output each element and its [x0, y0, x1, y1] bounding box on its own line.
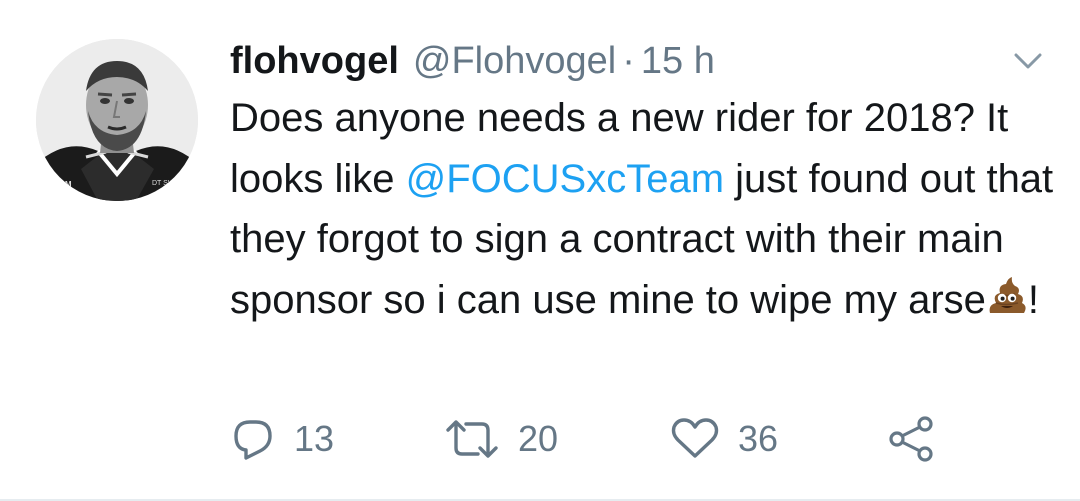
reply-icon: [234, 420, 272, 460]
avatar-sponsor-left: SRAM: [48, 180, 72, 189]
user-handle[interactable]: @Flohvogel: [413, 36, 616, 86]
avatar-sponsor-right: DT SWISS: [152, 180, 186, 187]
retweet-button[interactable]: 20: [444, 414, 558, 464]
retweet-count: 20: [518, 418, 559, 459]
heart-icon: [671, 418, 719, 458]
pile-of-poo-emoji-icon: [986, 274, 1028, 316]
chevron-down-icon[interactable]: [1010, 46, 1046, 76]
retweet-icon: [446, 420, 498, 458]
reply-button[interactable]: 13: [230, 414, 334, 464]
display-name[interactable]: flohvogel: [230, 36, 399, 86]
timestamp[interactable]: 15 h: [641, 36, 715, 86]
tweet-header: flohvogel @Flohvogel · 15 h: [230, 36, 715, 86]
share-icon: [889, 416, 933, 462]
tweet: SRAM DT SWISS flohvogel @Flohvogel · 15 …: [0, 0, 1080, 501]
tweet-text: Does anyone needs a new rider for 2018? …: [230, 88, 1060, 330]
like-button[interactable]: 36: [670, 414, 778, 464]
share-button[interactable]: [886, 414, 936, 464]
tweet-actions: 13 20 36: [230, 414, 950, 464]
avatar[interactable]: SRAM DT SWISS: [36, 39, 198, 201]
reply-count: 13: [294, 418, 335, 459]
mention-link[interactable]: @FOCUSxcTeam: [406, 157, 724, 201]
separator-dot: ·: [622, 40, 635, 82]
avatar-image: SRAM DT SWISS: [36, 39, 198, 201]
like-count: 36: [738, 418, 779, 459]
tweet-text-part3: !: [1027, 277, 1040, 322]
